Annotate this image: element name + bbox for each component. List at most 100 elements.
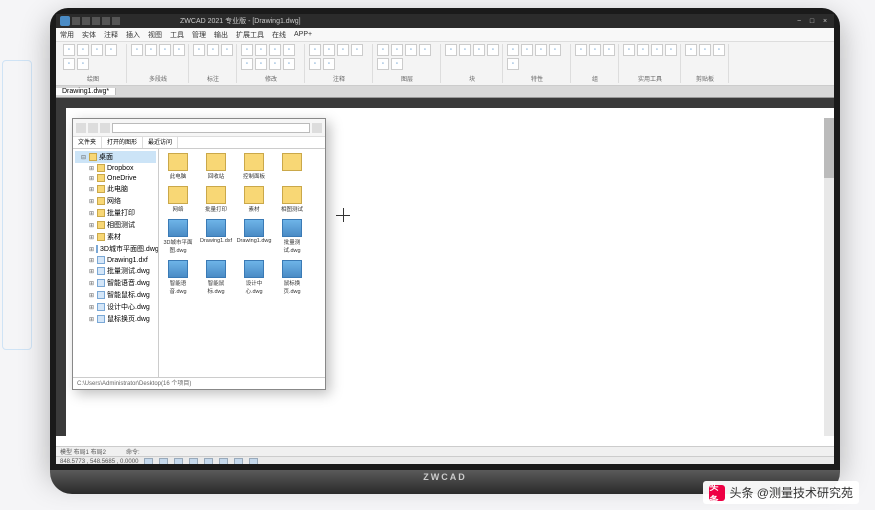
ortho-toggle[interactable] bbox=[174, 458, 183, 464]
tree-item[interactable]: ⊞鼠标换页.dwg bbox=[75, 313, 156, 325]
ribbon-button[interactable]: ▫ bbox=[221, 44, 233, 56]
tree-item[interactable]: ⊞Drawing1.dxf bbox=[75, 255, 156, 265]
tree-item[interactable]: ⊟桌面 bbox=[75, 151, 156, 163]
ribbon-button[interactable]: ▫ bbox=[309, 58, 321, 70]
path-field[interactable] bbox=[112, 123, 310, 133]
tree-item[interactable]: ⊞Dropbox bbox=[75, 163, 156, 173]
file-item[interactable]: 网络 bbox=[163, 186, 193, 213]
ribbon-button[interactable]: ▫ bbox=[473, 44, 485, 56]
tree-item[interactable]: ⊞批量测试.dwg bbox=[75, 265, 156, 277]
expand-icon[interactable]: ⊞ bbox=[89, 222, 95, 229]
otrack-toggle[interactable] bbox=[219, 458, 228, 464]
menu-扩展工具[interactable]: 扩展工具 bbox=[236, 30, 264, 40]
expand-icon[interactable]: ⊞ bbox=[89, 292, 95, 299]
tree-item[interactable]: ⊞批量打印 bbox=[75, 207, 156, 219]
ribbon-button[interactable]: ▫ bbox=[603, 44, 615, 56]
menu-注释[interactable]: 注释 bbox=[104, 30, 118, 40]
file-item[interactable]: 设计中心.dwg bbox=[239, 260, 269, 295]
expand-icon[interactable]: ⊞ bbox=[89, 198, 95, 205]
tree-item[interactable]: ⊞智能鼠标.dwg bbox=[75, 289, 156, 301]
polar-toggle[interactable] bbox=[189, 458, 198, 464]
ribbon-button[interactable]: ▫ bbox=[637, 44, 649, 56]
grid-toggle[interactable] bbox=[159, 458, 168, 464]
ribbon-button[interactable]: ▫ bbox=[173, 44, 185, 56]
ribbon-button[interactable]: ▫ bbox=[131, 44, 143, 56]
ribbon-button[interactable]: ▫ bbox=[91, 44, 103, 56]
ribbon-button[interactable]: ▫ bbox=[377, 58, 389, 70]
expand-icon[interactable]: ⊞ bbox=[89, 268, 95, 275]
ribbon-button[interactable]: ▫ bbox=[713, 44, 725, 56]
ribbon-button[interactable]: ▫ bbox=[269, 58, 281, 70]
dialog-tab[interactable]: 文件夹 bbox=[73, 137, 102, 148]
expand-icon[interactable]: ⊞ bbox=[89, 246, 94, 253]
file-item[interactable] bbox=[277, 153, 307, 180]
ribbon-button[interactable]: ▫ bbox=[507, 58, 519, 70]
file-item[interactable]: 控制面板 bbox=[239, 153, 269, 180]
ribbon-button[interactable]: ▫ bbox=[575, 44, 587, 56]
ribbon-button[interactable]: ▫ bbox=[255, 44, 267, 56]
file-item[interactable]: Drawing1.dxf bbox=[201, 219, 231, 254]
ribbon-button[interactable]: ▫ bbox=[685, 44, 697, 56]
file-item[interactable]: 相图测试 bbox=[277, 186, 307, 213]
expand-icon[interactable]: ⊞ bbox=[89, 210, 95, 217]
tree-item[interactable]: ⊞智能语音.dwg bbox=[75, 277, 156, 289]
ribbon-button[interactable]: ▫ bbox=[193, 44, 205, 56]
back-button[interactable] bbox=[76, 123, 86, 133]
menu-插入[interactable]: 插入 bbox=[126, 30, 140, 40]
expand-icon[interactable]: ⊞ bbox=[89, 175, 95, 182]
menu-在线[interactable]: 在线 bbox=[272, 30, 286, 40]
ribbon-button[interactable]: ▫ bbox=[589, 44, 601, 56]
dialog-tab[interactable]: 最近访问 bbox=[143, 137, 178, 148]
menu-常用[interactable]: 常用 bbox=[60, 30, 74, 40]
ribbon-button[interactable]: ▫ bbox=[351, 44, 363, 56]
ribbon-button[interactable]: ▫ bbox=[623, 44, 635, 56]
ribbon-button[interactable]: ▫ bbox=[269, 44, 281, 56]
ribbon-button[interactable]: ▫ bbox=[459, 44, 471, 56]
close-button[interactable]: × bbox=[820, 18, 830, 25]
ribbon-button[interactable]: ▫ bbox=[405, 44, 417, 56]
menu-管理[interactable]: 管理 bbox=[192, 30, 206, 40]
tree-item[interactable]: ⊞设计中心.dwg bbox=[75, 301, 156, 313]
ribbon-button[interactable]: ▫ bbox=[665, 44, 677, 56]
qat-open-icon[interactable] bbox=[82, 17, 90, 25]
ribbon-button[interactable]: ▫ bbox=[391, 58, 403, 70]
file-item[interactable]: 3D城市平面图.dwg bbox=[163, 219, 193, 254]
lwt-toggle[interactable] bbox=[234, 458, 243, 464]
qat-undo-icon[interactable] bbox=[102, 17, 110, 25]
ribbon-button[interactable]: ▫ bbox=[487, 44, 499, 56]
ribbon-button[interactable]: ▫ bbox=[159, 44, 171, 56]
ribbon-button[interactable]: ▫ bbox=[337, 44, 349, 56]
menu-实体[interactable]: 实体 bbox=[82, 30, 96, 40]
file-item[interactable]: 素材 bbox=[239, 186, 269, 213]
tree-item[interactable]: ⊞素材 bbox=[75, 231, 156, 243]
ribbon-button[interactable]: ▫ bbox=[241, 58, 253, 70]
ribbon-button[interactable]: ▫ bbox=[77, 44, 89, 56]
ribbon-button[interactable]: ▫ bbox=[377, 44, 389, 56]
forward-button[interactable] bbox=[88, 123, 98, 133]
ribbon-button[interactable]: ▫ bbox=[241, 44, 253, 56]
menu-视图[interactable]: 视图 bbox=[148, 30, 162, 40]
ribbon-button[interactable]: ▫ bbox=[145, 44, 157, 56]
expand-icon[interactable]: ⊞ bbox=[89, 165, 95, 172]
ribbon-button[interactable]: ▫ bbox=[507, 44, 519, 56]
file-item[interactable]: 批量打印 bbox=[201, 186, 231, 213]
ribbon-button[interactable]: ▫ bbox=[309, 44, 321, 56]
file-item[interactable]: 智能语音.dwg bbox=[163, 260, 193, 295]
ribbon-button[interactable]: ▫ bbox=[391, 44, 403, 56]
maximize-button[interactable]: □ bbox=[807, 18, 817, 25]
ribbon-button[interactable]: ▫ bbox=[323, 44, 335, 56]
file-item[interactable]: 此电脑 bbox=[163, 153, 193, 180]
ribbon-button[interactable]: ▫ bbox=[419, 44, 431, 56]
qat-new-icon[interactable] bbox=[72, 17, 80, 25]
scrollbar-vertical[interactable] bbox=[824, 118, 834, 436]
dialog-tab[interactable]: 打开的图形 bbox=[102, 137, 143, 148]
ribbon-button[interactable]: ▫ bbox=[77, 58, 89, 70]
drawing-area[interactable]: 文件夹打开的图形最近访问 ⊟桌面⊞Dropbox⊞OneDrive⊞此电脑⊞网络… bbox=[66, 108, 834, 436]
expand-icon[interactable]: ⊞ bbox=[89, 234, 95, 241]
ribbon-button[interactable]: ▫ bbox=[535, 44, 547, 56]
ribbon-button[interactable]: ▫ bbox=[521, 44, 533, 56]
ribbon-button[interactable]: ▫ bbox=[283, 44, 295, 56]
menu-APP+[interactable]: APP+ bbox=[294, 31, 312, 38]
file-item[interactable]: 回收站 bbox=[201, 153, 231, 180]
expand-icon[interactable]: ⊞ bbox=[89, 304, 95, 311]
